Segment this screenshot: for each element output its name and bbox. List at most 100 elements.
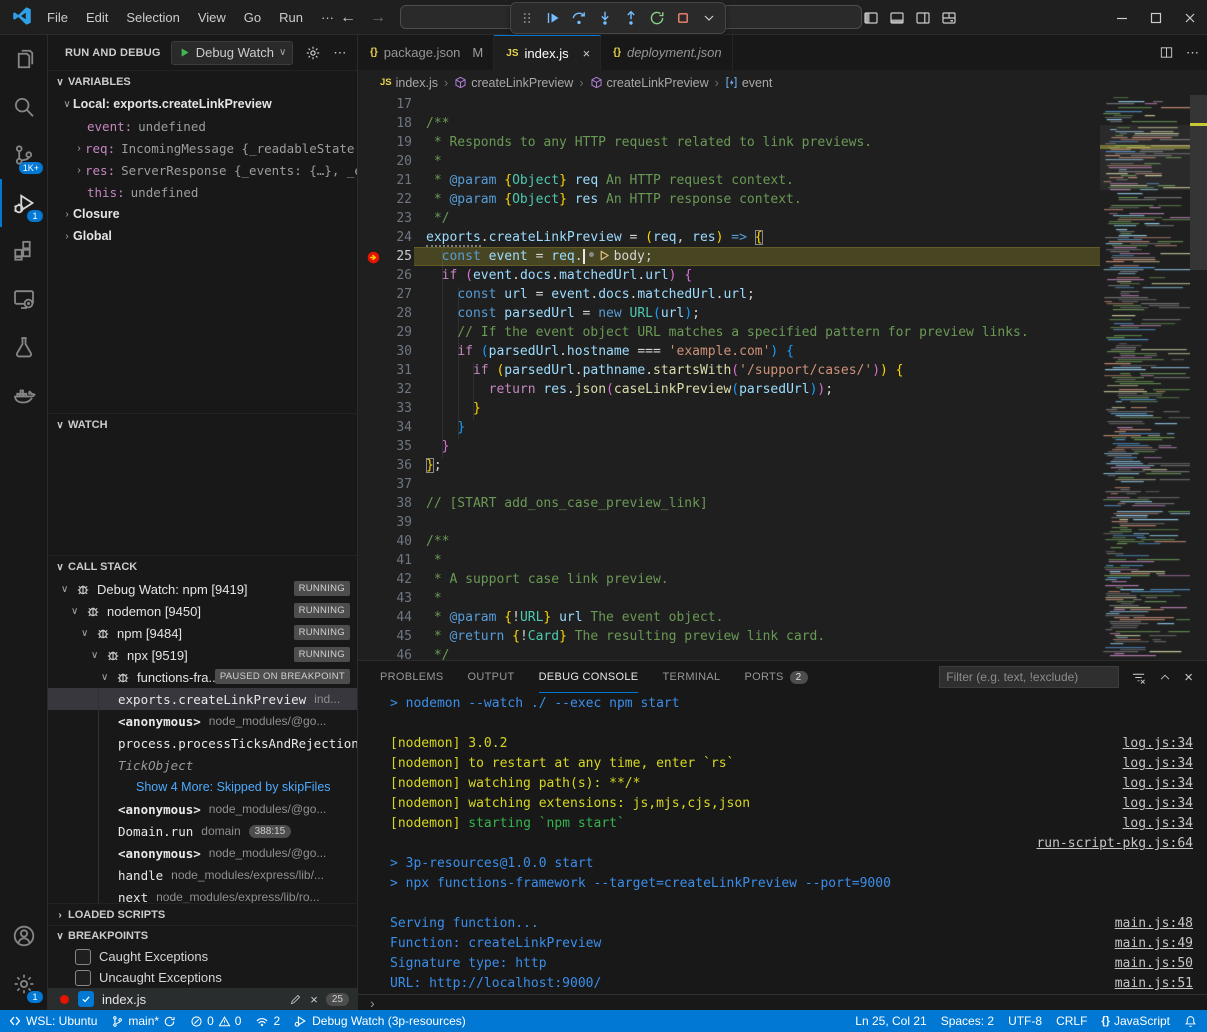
breakpoint-toggle-uncaught[interactable]: Uncaught Exceptions <box>48 967 357 988</box>
gear-icon[interactable] <box>305 45 321 61</box>
menu-item-go[interactable]: Go <box>235 6 270 29</box>
menu-item-file[interactable]: File <box>38 6 77 29</box>
line-number[interactable]: 20 <box>358 152 412 171</box>
stack-frame[interactable]: exports.createLinkPreviewind... <box>48 688 357 710</box>
line-number[interactable]: 28 <box>358 304 412 323</box>
loaded-scripts-header[interactable]: › LOADED SCRIPTS <box>48 903 357 925</box>
line-number[interactable]: 35 <box>358 437 412 456</box>
stack-frame[interactable]: <anonymous>node_modules/@go... <box>48 710 357 732</box>
status-item-language-mode[interactable]: {}JavaScript <box>1101 1014 1170 1028</box>
line-number[interactable]: 25 <box>358 247 412 266</box>
close-tab-icon[interactable]: × <box>583 46 591 61</box>
line-number[interactable]: 39 <box>358 513 412 532</box>
line-number[interactable]: 24 <box>358 228 412 247</box>
stack-frame[interactable]: nextnode_modules/express/lib/ro... <box>48 886 357 903</box>
menu-item-run[interactable]: Run <box>270 6 312 29</box>
variable-item[interactable]: this:undefined <box>48 181 357 203</box>
breakpoint-entry-indexjs[interactable]: index.js × 25 <box>48 988 357 1010</box>
stack-frame[interactable]: <anonymous>node_modules/@go... <box>48 842 357 864</box>
checkbox-unchecked[interactable] <box>75 949 91 965</box>
code-editor[interactable]: 1718/**19 * Responds to any HTTP request… <box>358 95 1207 660</box>
status-item-cursor-position[interactable]: Ln 25, Col 21 <box>855 1014 926 1028</box>
activity-item-explorer[interactable] <box>0 35 48 83</box>
show-more-link[interactable]: Show 4 More: Skipped by skipFiles <box>48 776 357 798</box>
call-stack-session[interactable]: ∨Debug Watch: npm [9419]RUNNING <box>48 578 357 600</box>
line-number[interactable]: 42 <box>358 570 412 589</box>
collapse-panel-icon[interactable] <box>1158 670 1172 684</box>
tab-deployment-json[interactable]: {}deployment.json <box>601 35 732 70</box>
stack-frame[interactable]: handlenode_modules/express/lib/... <box>48 864 357 886</box>
stack-frame[interactable]: process.processTicksAndRejections <box>48 732 357 754</box>
drag-handle-button[interactable] <box>515 6 539 30</box>
menu-item-view[interactable]: View <box>189 6 235 29</box>
step-over-button[interactable] <box>567 6 591 30</box>
status-item-problems[interactable]: 00 <box>190 1014 241 1028</box>
line-number[interactable]: 23 <box>358 209 412 228</box>
checkbox-unchecked[interactable] <box>75 970 91 986</box>
breadcrumb-item-event[interactable]: event <box>725 76 773 90</box>
back-arrow-icon[interactable]: ← <box>340 9 356 27</box>
call-stack-session[interactable]: ∨nodemon [9450]RUNNING <box>48 600 357 622</box>
line-number[interactable]: 44 <box>358 608 412 627</box>
minimap[interactable] <box>1100 95 1190 660</box>
tab-index-js[interactable]: JSindex.js× <box>494 35 601 70</box>
layout-sidebar-right-icon[interactable] <box>915 10 931 26</box>
call-stack-session[interactable]: ∨npm [9484]RUNNING <box>48 622 357 644</box>
step-out-button[interactable] <box>619 6 643 30</box>
menu-item-[interactable]: ··· <box>312 6 343 29</box>
breakpoint-checkbox[interactable] <box>78 991 94 1007</box>
panel-tab-problems[interactable]: PROBLEMS <box>380 661 444 693</box>
line-number[interactable]: 41 <box>358 551 412 570</box>
line-number[interactable]: 34 <box>358 418 412 437</box>
source-link[interactable]: log.js:34 <box>1123 734 1193 754</box>
activity-item-extensions[interactable] <box>0 227 48 275</box>
call-stack-session[interactable]: ∨functions-fra...PAUSED ON BREAKPOINT <box>48 666 357 688</box>
status-item-git-branch[interactable]: main* <box>111 1014 176 1028</box>
call-stack-header[interactable]: ∨ CALL STACK <box>48 555 357 578</box>
split-editor-icon[interactable] <box>1159 45 1174 60</box>
menu-item-edit[interactable]: Edit <box>77 6 117 29</box>
variables-scope[interactable]: ∨Local: exports.createLinkPreview <box>48 93 357 115</box>
line-number[interactable]: 17 <box>358 95 412 114</box>
layout-grid-icon[interactable] <box>941 10 957 26</box>
line-number[interactable]: 38 <box>358 494 412 513</box>
line-number[interactable]: 18 <box>358 114 412 133</box>
close-button[interactable] <box>1173 0 1207 35</box>
more-actions-icon[interactable]: ⋯ <box>1186 45 1199 61</box>
variables-scope[interactable]: ›Closure <box>48 203 357 225</box>
layout-sidebar-left-icon[interactable] <box>863 10 879 26</box>
activity-item-search[interactable] <box>0 83 48 131</box>
line-number[interactable]: 26 <box>358 266 412 285</box>
source-link[interactable]: main.js:51 <box>1115 974 1193 994</box>
source-link[interactable]: log.js:34 <box>1123 754 1193 774</box>
line-number[interactable]: 22 <box>358 190 412 209</box>
source-link[interactable]: run-script-pkg.js:64 <box>1036 834 1193 854</box>
panel-tab-output[interactable]: OUTPUT <box>468 661 515 693</box>
activity-item-source-control[interactable]: 1K+ <box>0 131 48 179</box>
session-picker-button[interactable] <box>697 6 721 30</box>
variables-header[interactable]: ∨ VARIABLES <box>48 70 357 93</box>
line-number[interactable]: 46 <box>358 646 412 660</box>
gear-icon[interactable] <box>305 45 321 61</box>
line-number[interactable]: 30 <box>358 342 412 361</box>
line-number[interactable]: 43 <box>358 589 412 608</box>
source-link[interactable]: main.js:49 <box>1115 934 1193 954</box>
activity-item-manage[interactable]: 1 <box>0 960 48 1008</box>
editor-scrollbar[interactable] <box>1190 95 1207 660</box>
variable-item[interactable]: ›req:IncomingMessage {_readableState:… <box>48 137 357 159</box>
breadcrumb-item-createlinkpreview[interactable]: createLinkPreview <box>454 76 573 90</box>
stack-frame[interactable]: TickObject <box>48 754 357 776</box>
source-link[interactable]: log.js:34 <box>1123 814 1193 834</box>
filter-icon[interactable] <box>1131 670 1146 685</box>
activity-item-docker[interactable] <box>0 371 48 419</box>
variables-scope[interactable]: ›Global <box>48 225 357 247</box>
breakpoint-toggle-caught[interactable]: Caught Exceptions <box>48 946 357 967</box>
status-item-notifications[interactable] <box>1184 1015 1197 1028</box>
activity-item-testing[interactable] <box>0 323 48 371</box>
status-item-eol[interactable]: CRLF <box>1056 1014 1087 1028</box>
activity-item-run-and-debug[interactable]: 1 <box>0 179 48 227</box>
minimize-button[interactable] <box>1105 0 1139 35</box>
tab-package-json[interactable]: {}package.jsonM <box>358 35 494 70</box>
restart-button[interactable] <box>645 6 669 30</box>
panel-tab-terminal[interactable]: TERMINAL <box>662 661 720 693</box>
